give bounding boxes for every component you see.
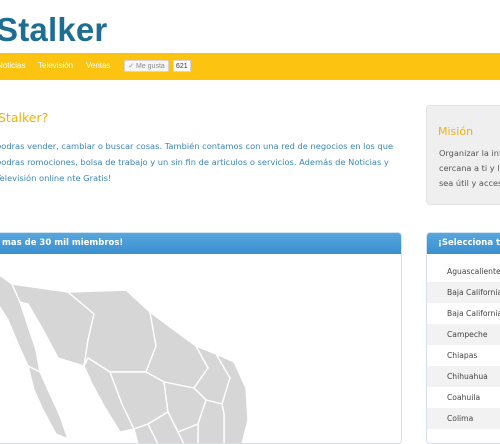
like-count-badge: 621 (173, 60, 191, 72)
nav-ventas[interactable]: Ventas (86, 61, 110, 70)
mision-text: Organizar la info cercana a ti y lo sea … (439, 146, 500, 191)
state-label: Aguascalientes (447, 267, 500, 276)
state-label: Campeche (447, 330, 488, 339)
state-item[interactable]: Baja California S (427, 303, 500, 324)
state-item[interactable]: Colima (427, 408, 500, 429)
about-title: Stalker? (0, 110, 49, 125)
mision-line: sea útil y accesib (439, 178, 500, 188)
state-label: Colima (447, 414, 474, 423)
state-item[interactable]: Chiapas (427, 345, 500, 366)
state-item[interactable]: Coahuila (427, 387, 500, 408)
states-heading: ¡Selecciona tu (438, 238, 500, 248)
about-text: podras vender, cambiar o buscar cosas. T… (0, 141, 394, 183)
state-label: Baja California (447, 288, 500, 297)
mision-panel: Misión Organizar la info cercana a ti y … (426, 105, 500, 205)
state-label: Baja California S (447, 309, 500, 318)
mision-line: Organizar la info (439, 148, 500, 158)
members-panel-header: mas de 30 mil miembros! (0, 233, 401, 254)
state-label: Chiapas (447, 351, 478, 360)
members-heading: mas de 30 mil miembros! (2, 238, 124, 248)
mision-line: cercana a ti y lo (439, 163, 500, 173)
site-logo[interactable]: Stalker (0, 11, 107, 49)
state-label: Chihuahua (447, 372, 488, 381)
like-button[interactable]: ✓ Me gusta (124, 60, 169, 72)
mision-title: Misión (438, 125, 474, 138)
state-item[interactable]: Campeche (427, 324, 500, 345)
states-panel: ¡Selecciona tu Aguascalientes Baja Calif… (426, 232, 500, 444)
map-state-baja-california-sur (27, 365, 69, 440)
state-item[interactable]: Aguascalientes (427, 261, 500, 282)
nav-noticias[interactable]: Noticias (0, 61, 25, 70)
main-navbar: Noticias Televisión Ventas ✓ Me gusta 62… (0, 53, 500, 80)
mexico-map[interactable] (0, 254, 401, 444)
state-label: Coahuila (447, 393, 481, 402)
states-panel-header: ¡Selecciona tu (427, 233, 500, 254)
state-item[interactable]: Baja California (427, 282, 500, 303)
members-map-panel: mas de 30 mil miembros! (0, 232, 402, 444)
state-item[interactable]: Chihuahua (427, 366, 500, 387)
nav-television[interactable]: Televisión (38, 61, 73, 70)
